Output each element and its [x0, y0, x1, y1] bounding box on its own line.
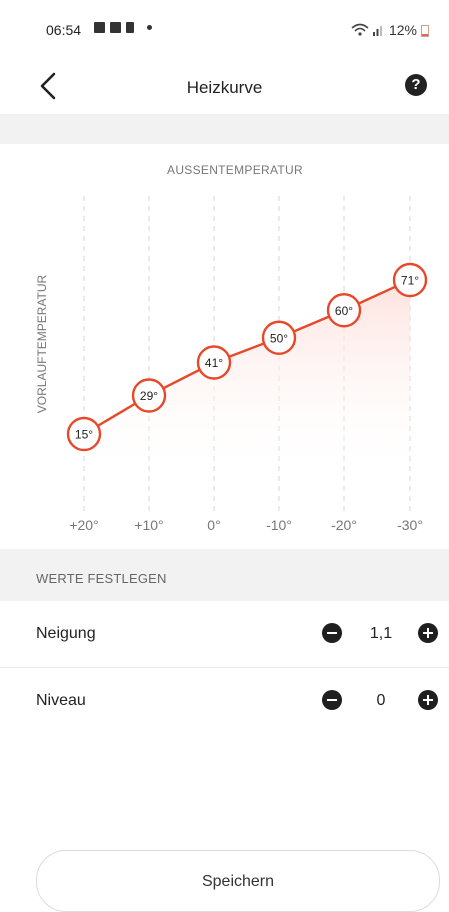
- alert-notification-icon: [126, 22, 134, 33]
- data-label: 60°: [335, 304, 353, 318]
- data-label: 41°: [205, 356, 223, 370]
- more-notifications-icon: [147, 25, 152, 30]
- area-fill: [84, 280, 410, 466]
- y-axis-label: VORLAUFTEMPERATUR: [35, 274, 49, 413]
- row-niveau: Niveau 0: [0, 668, 449, 734]
- x-tick-label: -30°: [397, 517, 423, 533]
- status-bar: 06:54 12%: [0, 0, 449, 62]
- page-title: Heizkurve: [186, 78, 263, 97]
- niveau-value: 0: [376, 692, 386, 709]
- data-label: 15°: [75, 428, 93, 442]
- neigung-value: 1,1: [369, 625, 393, 642]
- x-tick-label: +10°: [134, 517, 163, 533]
- battery-percent: 12%: [388, 22, 417, 38]
- app-bar: Heizkurve ?: [0, 62, 449, 114]
- x-tick-label: -20°: [331, 517, 357, 533]
- heating-curve-chart: AUSSENTEMPERATUR VORLAUFTEMPERATUR 15° 29° 4…: [0, 144, 449, 549]
- data-label: 71°: [401, 274, 419, 288]
- help-icon[interactable]: ?: [405, 74, 427, 96]
- status-time: 06:54: [46, 22, 82, 38]
- section-title: WERTE FESTLEGEN: [36, 571, 167, 586]
- row-label: Neigung: [36, 625, 96, 642]
- notification-icons: [94, 22, 152, 33]
- save-button[interactable]: Speichern: [36, 850, 440, 912]
- wifi-icon: [351, 23, 369, 36]
- header-spacer: [0, 114, 449, 144]
- data-label: 29°: [140, 389, 158, 403]
- chart-svg: AUSSENTEMPERATUR VORLAUFTEMPERATUR 15° 29° 4…: [35, 163, 428, 533]
- row-neigung: Neigung 1,1: [0, 601, 449, 667]
- chart-title: AUSSENTEMPERATUR: [167, 163, 303, 177]
- decrease-neigung-button[interactable]: [322, 623, 342, 643]
- decrease-niveau-button[interactable]: [322, 690, 342, 710]
- increase-neigung-button[interactable]: [418, 623, 438, 643]
- x-tick-label: -10°: [266, 517, 292, 533]
- increase-niveau-button[interactable]: [418, 690, 438, 710]
- image-notification-icon: [94, 22, 105, 33]
- signal-icon: [372, 26, 382, 36]
- row-label: Niveau: [36, 692, 86, 709]
- mail-notification-icon: [110, 22, 121, 33]
- status-right: 12%: [351, 22, 429, 38]
- battery-icon: [421, 24, 429, 37]
- x-tick-label: +20°: [69, 517, 98, 533]
- data-label: 50°: [270, 331, 288, 345]
- save-button-label: Speichern: [201, 873, 275, 890]
- section-header: WERTE FESTLEGEN: [0, 549, 449, 601]
- x-tick-label: 0°: [207, 517, 220, 533]
